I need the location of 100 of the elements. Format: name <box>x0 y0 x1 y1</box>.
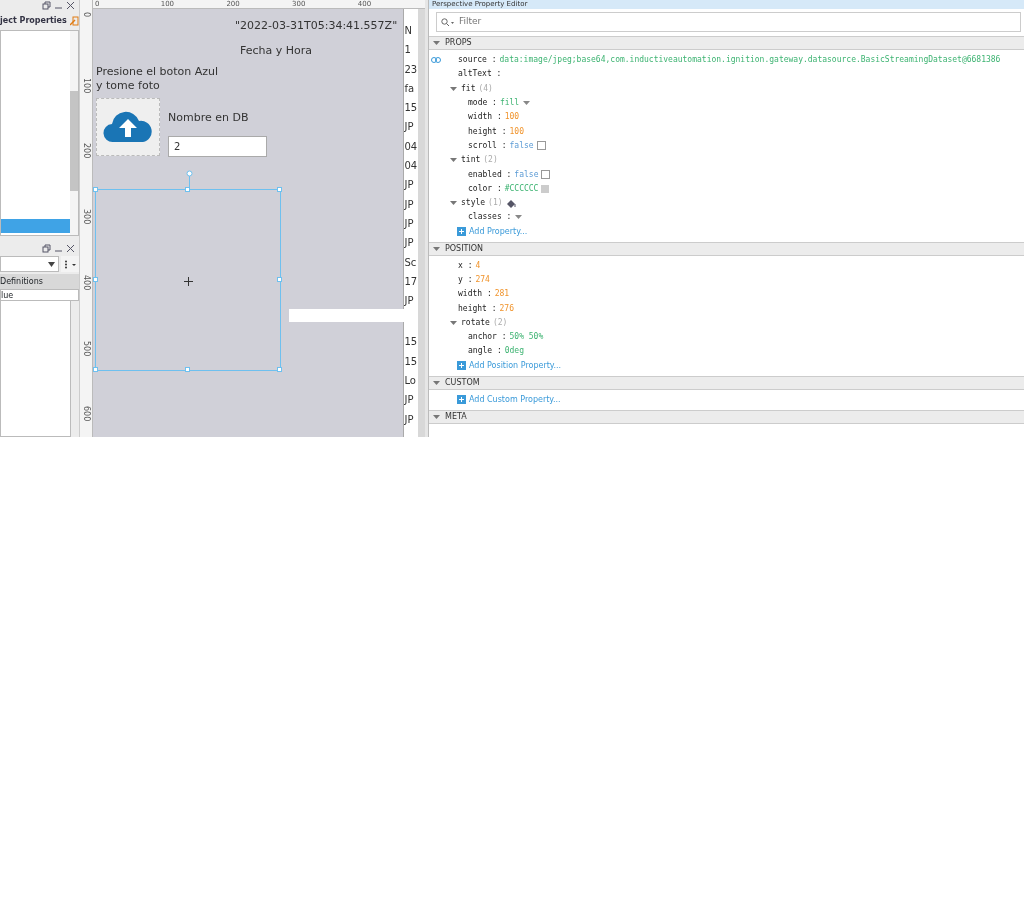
restore-icon[interactable] <box>42 244 51 253</box>
rotate-handle[interactable] <box>186 170 193 190</box>
table-cell-text: 23 <box>404 62 419 77</box>
property-key: altText : <box>458 68 502 81</box>
table-cell-text: 04 <box>404 159 419 174</box>
property-key: width : <box>468 111 502 124</box>
link-icon[interactable] <box>431 57 441 63</box>
property-value: 0deg <box>504 345 524 358</box>
section-header: PROPS <box>445 37 472 49</box>
property-key: y : <box>458 274 473 286</box>
caret-icon[interactable] <box>514 214 524 221</box>
plus-icon <box>457 227 466 237</box>
property-value: false <box>514 168 539 181</box>
table-cell-text: JP <box>404 120 415 135</box>
collapse-icon[interactable] <box>432 379 441 386</box>
table-cell-text: JP <box>404 216 415 231</box>
property-count: (2) <box>492 316 508 329</box>
name-field[interactable]: 2 <box>168 136 267 157</box>
checkbox[interactable] <box>541 170 551 179</box>
property-count: (4) <box>478 82 493 95</box>
add-property-link[interactable]: Add Position Property... <box>449 358 1024 373</box>
table-cell-text: JP <box>404 178 415 193</box>
caret-icon[interactable] <box>522 100 532 107</box>
caret-icon <box>48 261 55 267</box>
property-value: 100 <box>509 125 524 138</box>
property-value: 276 <box>499 302 514 315</box>
ruler-label: 600 <box>81 406 91 422</box>
property-value: #CCCCCC <box>504 182 539 195</box>
property-count: (2) <box>483 154 498 167</box>
column-header: lue <box>0 289 79 301</box>
property-key: tint <box>461 154 481 167</box>
section-header: POSITION <box>445 242 484 255</box>
property-key: height : <box>468 125 507 138</box>
table-cell-text: N <box>404 24 413 38</box>
property-key: fit <box>461 82 476 95</box>
ruler-label: 0 <box>81 12 91 18</box>
property-key: angle : <box>468 345 502 358</box>
plus-icon <box>457 395 466 405</box>
property-key: scroll : <box>468 139 507 152</box>
property-value: false <box>509 139 534 152</box>
collapse-icon[interactable] <box>449 200 458 207</box>
property-key: anchor : <box>468 331 507 344</box>
section-header: META <box>445 410 467 423</box>
property-value: fill <box>499 97 520 110</box>
ruler-label: 400 <box>81 274 91 291</box>
property-key: rotate <box>461 316 490 329</box>
edit-icon[interactable] <box>69 15 79 26</box>
collapse-icon[interactable] <box>432 40 441 46</box>
table-cell-text: 1 <box>404 43 412 58</box>
ruler-label: 300 <box>81 209 91 225</box>
property-key: classes : <box>468 211 512 224</box>
kebab-icon <box>64 259 76 269</box>
property-key: x : <box>458 259 473 272</box>
date-label: Fecha y Hora <box>240 43 313 59</box>
table-cell-text: 04 <box>404 139 419 154</box>
more-button[interactable] <box>61 256 79 272</box>
collapse-icon[interactable] <box>432 245 441 252</box>
property-key: height : <box>458 302 497 315</box>
restore-icon[interactable] <box>42 1 51 10</box>
property-value: data:image/jpeg;base64,com.inductiveautomation.ignition.gateway.datasource.BasicStreamingDataset@6681386 <box>499 54 1001 67</box>
property-key: enabled : <box>468 168 512 181</box>
plus-icon <box>457 361 466 371</box>
property-key: source : <box>458 54 497 67</box>
table-cell-text: 15 <box>404 335 419 350</box>
add-property-link[interactable]: Add Property... <box>449 224 1024 239</box>
close-icon[interactable] <box>66 1 75 10</box>
collapse-icon[interactable] <box>449 157 458 164</box>
panel-title: ject Properties <box>0 14 67 27</box>
property-count: (1) <box>488 197 503 210</box>
property-value: 274 <box>475 274 490 286</box>
crosshair-icon <box>184 277 193 286</box>
table-cell-text: 17 <box>404 274 419 289</box>
filter-field[interactable]: Filter <box>436 12 1021 32</box>
name-label: Nombre en DB <box>168 110 249 126</box>
table-cell-text: JP <box>404 294 415 309</box>
property-key: mode : <box>468 97 497 110</box>
table-cell-text: fa <box>404 81 416 96</box>
color-swatch[interactable] <box>541 184 550 193</box>
table-cell-text: JP <box>404 393 415 408</box>
table-cell-text: JP <box>404 197 415 212</box>
property-value: 50% 50% <box>509 331 544 344</box>
property-key: color : <box>468 182 502 195</box>
checkbox[interactable] <box>536 141 546 151</box>
table-cell-text: 15 <box>404 354 419 369</box>
paint-bucket-icon[interactable] <box>505 198 516 208</box>
table-cell-text: JP <box>404 412 415 427</box>
property-key: style <box>461 197 486 210</box>
cloud-upload-icon <box>103 110 153 144</box>
timestamp-label: "2022-03-31T05:34:41.557Z" <box>235 18 398 34</box>
upload-button[interactable] <box>96 98 160 156</box>
add-property-link[interactable]: Add Custom Property... <box>449 392 1024 407</box>
table-cell-text: 15 <box>404 101 419 116</box>
close-icon[interactable] <box>66 244 75 253</box>
collapse-icon[interactable] <box>449 319 458 326</box>
definitions-tab[interactable]: Definitions <box>0 274 79 289</box>
collapse-icon[interactable] <box>432 413 441 420</box>
property-value: 4 <box>475 259 481 272</box>
collapse-icon[interactable] <box>449 85 458 92</box>
table-cell-text: Sc <box>404 255 418 270</box>
ruler-label: 100 <box>81 77 91 93</box>
